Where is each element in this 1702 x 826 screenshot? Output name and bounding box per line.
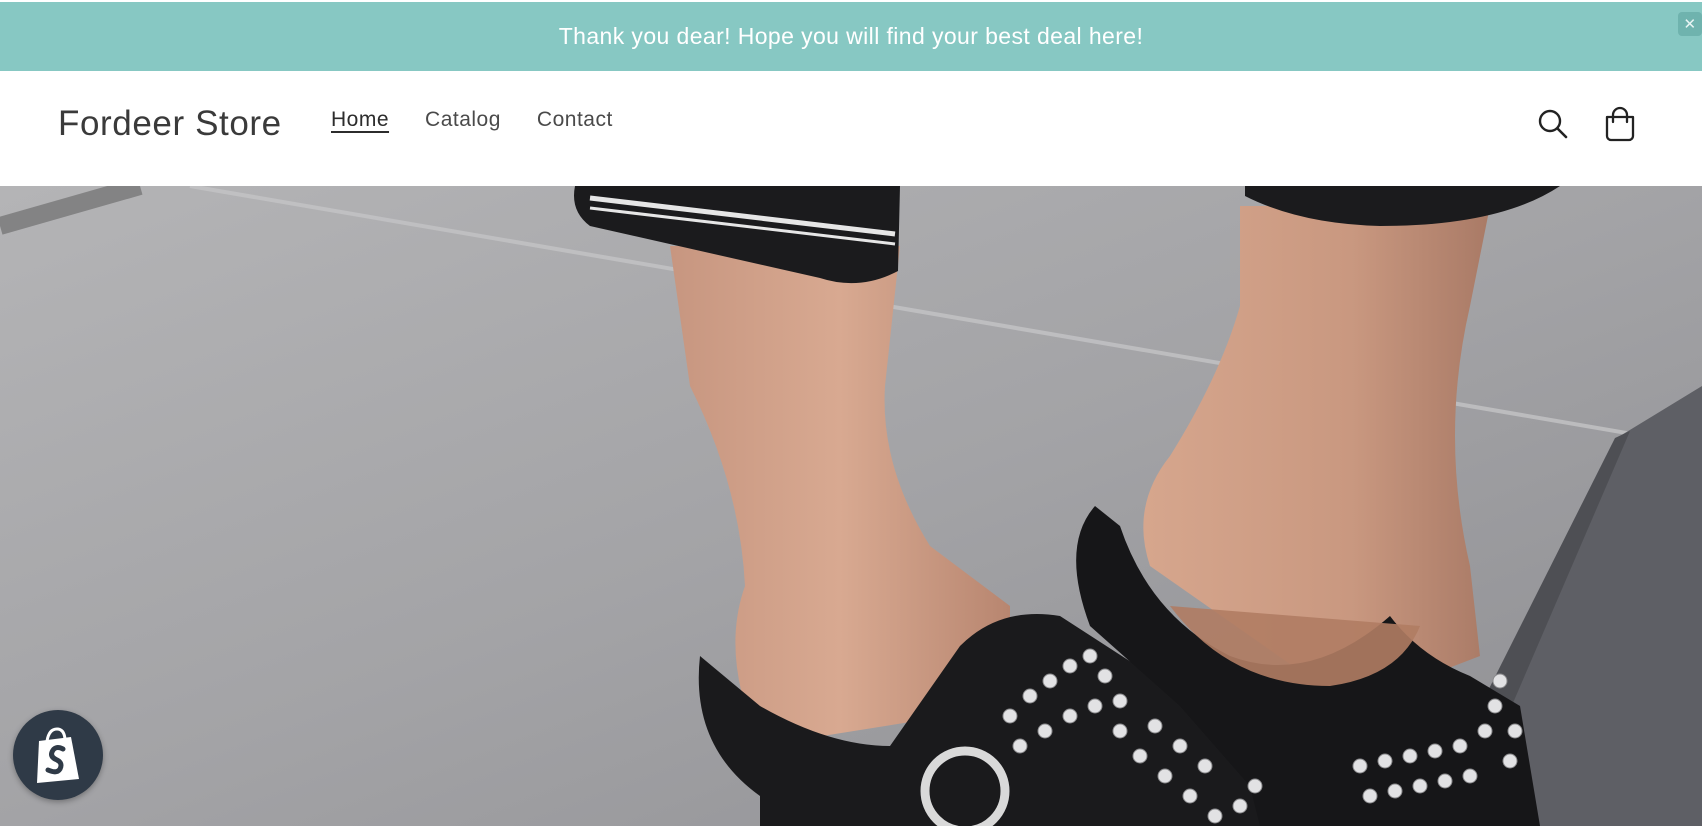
site-header: Fordeer Store Home Catalog Contact (0, 71, 1702, 186)
main-nav: Home Catalog Contact (331, 108, 613, 132)
shopify-badge[interactable] (13, 710, 103, 800)
nav-catalog[interactable]: Catalog (425, 108, 501, 132)
announcement-text: Thank you dear! Hope you will find your … (558, 23, 1144, 49)
close-icon[interactable]: ✕ (1678, 12, 1702, 36)
hero-image (0, 186, 1702, 826)
cart-button[interactable] (1598, 102, 1642, 146)
store-logo[interactable]: Fordeer Store (58, 104, 282, 144)
announcement-bar: Thank you dear! Hope you will find your … (0, 2, 1702, 71)
search-icon (1538, 109, 1568, 139)
nav-contact[interactable]: Contact (537, 108, 613, 132)
nav-home[interactable]: Home (331, 108, 389, 132)
page: Thank you dear! Hope you will find your … (0, 0, 1702, 826)
search-button[interactable] (1531, 102, 1575, 146)
shopify-bag-icon (37, 727, 79, 783)
cart-icon (1605, 106, 1635, 142)
